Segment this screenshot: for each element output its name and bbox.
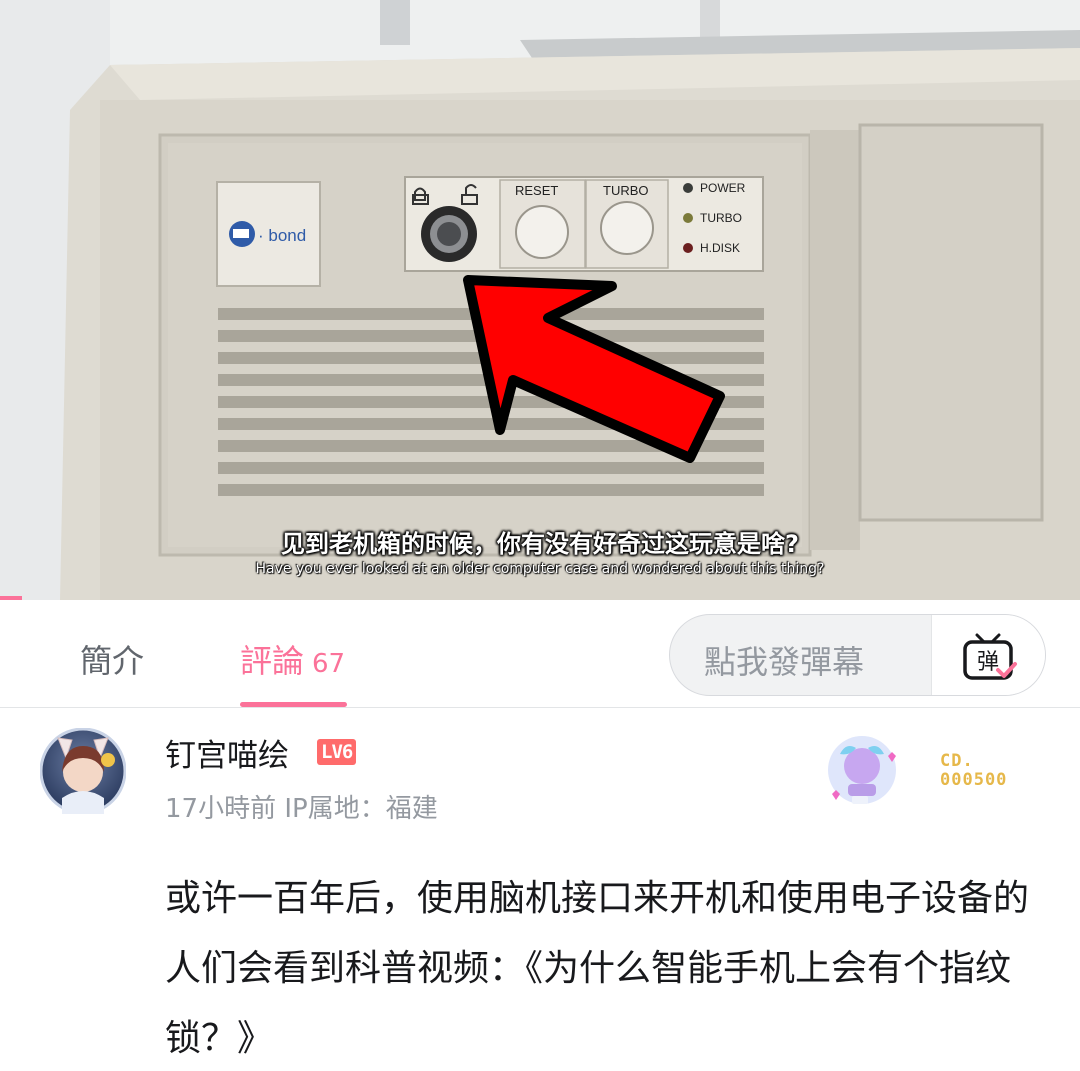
case-brand-logo: · bond: [258, 226, 306, 245]
active-tab-indicator: [240, 702, 347, 707]
tab-bar: 簡介 評論 67 點我發彈幕 弹: [0, 600, 1080, 708]
fan-number-value: 000500: [940, 770, 1008, 790]
subtitle-chinese: 见到老机箱的时候，你有没有好奇过这玩意是啥?: [281, 530, 799, 558]
tab-intro[interactable]: 簡介: [80, 636, 144, 682]
comment-time: 17小時前: [165, 794, 277, 824]
tab-intro-label: 簡介: [80, 642, 145, 680]
danmaku-glyph: 弹: [977, 650, 999, 675]
comment-text: 或许一百年后，使用脑机接口来开机和使用电子设备的人们会看到科普视频：《为什么智能…: [165, 878, 1030, 1059]
fan-number: CD. 000500: [940, 752, 1007, 790]
fan-badge-icon[interactable]: [826, 734, 898, 806]
comments-count: 67: [312, 649, 346, 679]
danmaku-tv-icon: 弹: [963, 633, 1017, 680]
danmaku-placeholder: 點我發彈幕: [704, 643, 865, 681]
tab-comments[interactable]: 評論 67: [240, 636, 345, 682]
danmaku-toggle-button[interactable]: 弹: [931, 615, 1045, 695]
turbo-label: TURBO: [603, 183, 649, 198]
danmaku-input[interactable]: 點我發彈幕 弹: [669, 614, 1046, 696]
video-frame: · bond RESET TURBO POWER TURBO H.DISK: [0, 0, 1080, 600]
led-power-label: POWER: [700, 181, 746, 195]
avatar[interactable]: [39, 727, 127, 815]
comment-meta: 17小時前 IP属地：福建: [165, 788, 438, 825]
subtitle-english: Have you ever looked at an older compute…: [255, 561, 825, 577]
led-turbo-label: TURBO: [700, 211, 742, 225]
user-level-badge: LV6: [317, 739, 357, 765]
comment-ip-location: IP属地：福建: [284, 794, 438, 824]
led-hdisk-label: H.DISK: [700, 241, 740, 255]
avatar-image: [39, 727, 127, 815]
comment-username[interactable]: 钉宫喵绘: [165, 730, 289, 775]
reset-label: RESET: [515, 183, 558, 198]
fan-number-prefix: CD.: [940, 751, 974, 771]
video-player[interactable]: · bond RESET TURBO POWER TURBO H.DISK 见到…: [0, 0, 1080, 600]
tab-comments-label: 評論: [240, 642, 305, 680]
comment-item: 钉宫喵绘 LV6 17小時前 IP属地：福建 CD. 000500 或许一百年后…: [0, 708, 1080, 1071]
fan-badge-art: [828, 736, 896, 804]
